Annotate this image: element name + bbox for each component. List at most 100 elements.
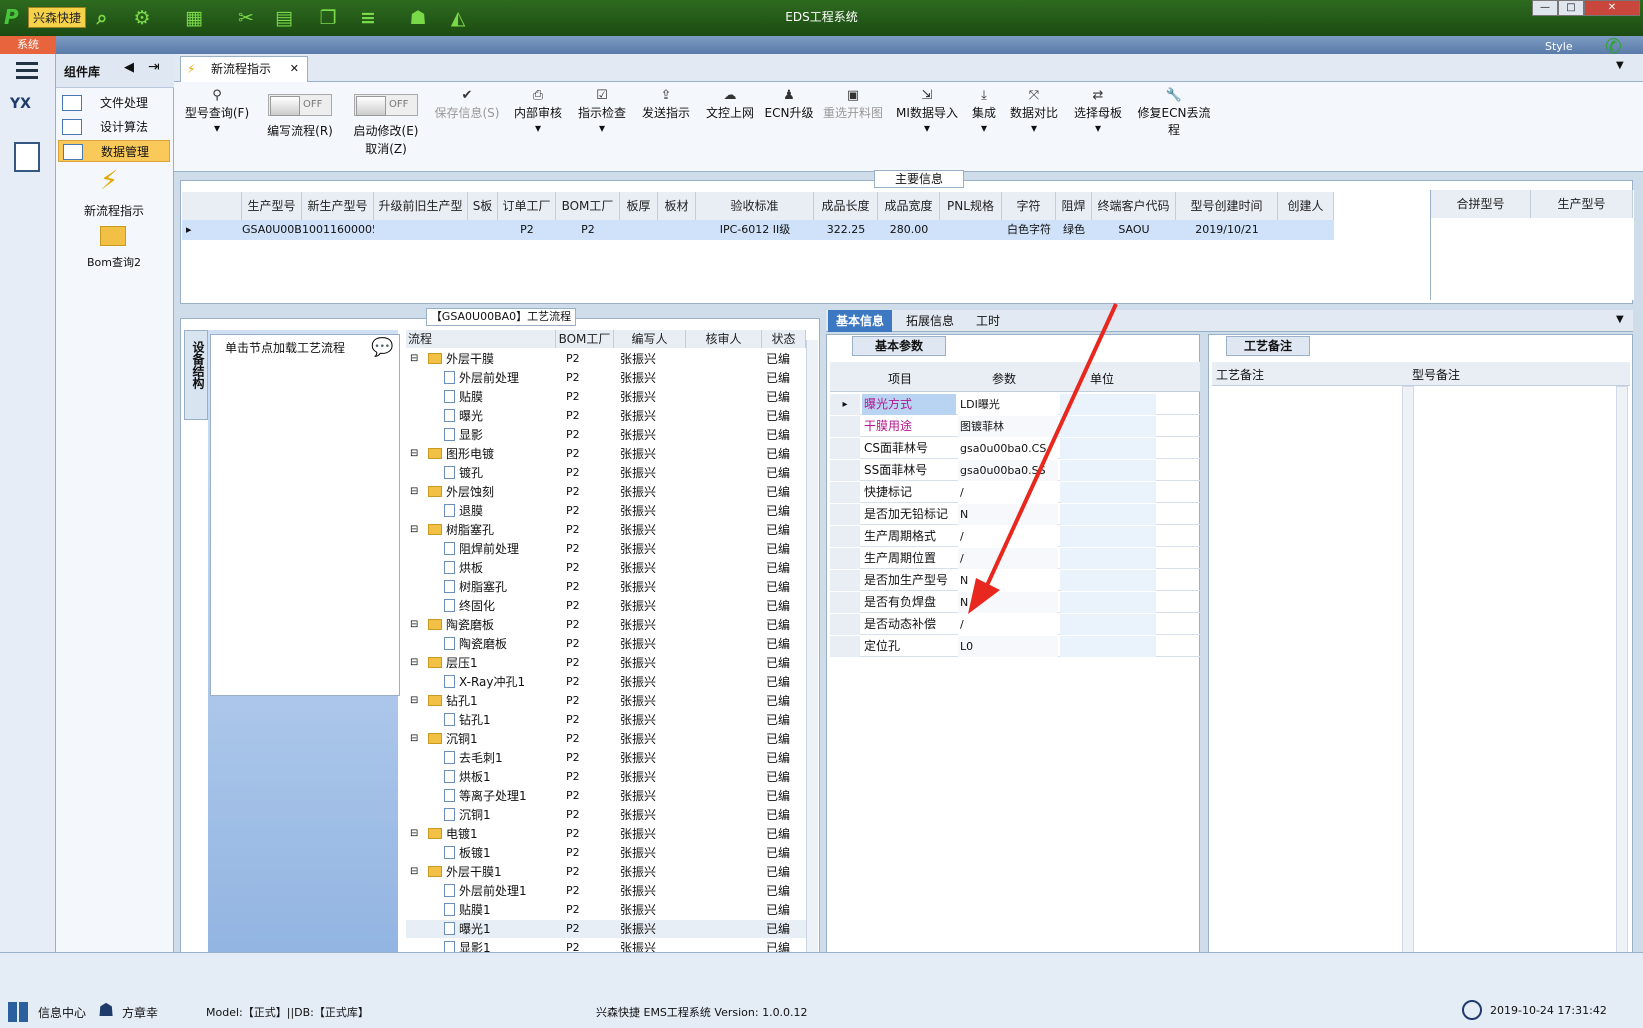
expand-icon[interactable]: ⊟ <box>410 825 418 843</box>
subtab-basic-params[interactable]: 基本参数 <box>852 336 946 356</box>
tree-row[interactable]: X-Ray冲孔1 P2 张振兴 已编 <box>406 673 806 691</box>
tab-basic-info[interactable]: 基本信息 <box>828 310 892 332</box>
info-center-link[interactable]: 信息中心 <box>38 1004 86 1021</box>
tree-row[interactable]: 沉铜1 P2 张振兴 已编 <box>406 806 806 824</box>
yx-logo-icon[interactable]: YX <box>10 96 31 112</box>
grid-cell[interactable]: SAOU <box>1092 220 1176 240</box>
folder-icon[interactable] <box>100 226 126 246</box>
expand-icon[interactable]: ⊟ <box>410 521 418 539</box>
grid-cell[interactable] <box>620 220 658 240</box>
detail-menu-icon[interactable]: ▼ <box>1616 314 1624 325</box>
tree-row[interactable]: 阻焊前处理 P2 张振兴 已编 <box>406 540 806 558</box>
grid-cell[interactable]: 绿色 <box>1056 220 1092 240</box>
tab-process-notes[interactable]: 工艺备注 <box>1226 336 1310 356</box>
save-info-button[interactable]: ✔ 保存信息(S) <box>430 88 504 121</box>
doc-upload-button[interactable]: ☁ 文控上网 <box>700 88 760 121</box>
param-value[interactable]: L0 <box>958 636 1058 657</box>
expand-icon[interactable]: ⊟ <box>410 350 418 368</box>
close-button[interactable]: ✕ <box>1584 0 1640 16</box>
minimize-button[interactable]: — <box>1532 0 1558 16</box>
grid-cell[interactable] <box>658 220 696 240</box>
tab-menu-icon[interactable]: ▼ <box>1616 60 1624 71</box>
calculator-icon[interactable] <box>14 142 40 172</box>
grid-cell[interactable]: 10011600005890 <box>302 220 400 240</box>
expand-icon[interactable]: ⊟ <box>410 616 418 634</box>
expand-icon[interactable]: ⊟ <box>410 483 418 501</box>
reselect-cut-button[interactable]: ▣ 重选开料图 <box>818 88 888 121</box>
tree-row[interactable]: 钻孔1 ⊟ P2 张振兴 已编 <box>406 692 806 710</box>
expand-icon[interactable]: ⊟ <box>410 654 418 672</box>
grid-cell[interactable]: 白色字符 <box>1002 220 1056 240</box>
tree-row[interactable]: 陶瓷磨板 P2 张振兴 已编 <box>406 635 806 653</box>
param-unit[interactable] <box>1060 636 1156 657</box>
tree-row[interactable]: 镀孔 P2 张振兴 已编 <box>406 464 806 482</box>
grid-cell[interactable]: 280.00 <box>878 220 940 240</box>
tree-scrollbar[interactable] <box>806 340 818 980</box>
grid-cell[interactable]: 322.25 <box>814 220 878 240</box>
tree-row[interactable]: 沉铜1 ⊟ P2 张振兴 已编 <box>406 730 806 748</box>
tree-row[interactable]: 去毛刺1 P2 张振兴 已编 <box>406 749 806 767</box>
tab-extend-info[interactable]: 拓展信息 <box>898 310 962 332</box>
tree-row[interactable]: 终固化 P2 张振兴 已编 <box>406 597 806 615</box>
edit-flow-toggle[interactable]: OFF <box>268 94 332 116</box>
tree-row[interactable]: 层压1 ⊟ P2 张振兴 已编 <box>406 654 806 672</box>
hamburger-icon[interactable] <box>16 62 38 65</box>
grid-cell[interactable]: GSA0U00BA0 <box>242 220 316 240</box>
tree-row[interactable]: 外层前处理1 P2 张振兴 已编 <box>406 882 806 900</box>
tree-row[interactable]: 烘板 P2 张振兴 已编 <box>406 559 806 577</box>
tree-row[interactable]: 图形电镀 ⊟ P2 张振兴 已编 <box>406 445 806 463</box>
internal-review-button[interactable]: ⎙ 内部审核 ▾ <box>510 88 566 135</box>
model-notes-scrollbar[interactable] <box>1616 386 1628 986</box>
grid-cell[interactable] <box>1278 220 1334 240</box>
style-menu[interactable]: Style <box>1545 40 1573 53</box>
tree-row[interactable]: 外层干膜 ⊟ P2 张振兴 已编 <box>406 350 806 368</box>
instruction-check-button[interactable]: ☑ 指示检查 ▾ <box>572 88 632 135</box>
grid-cell[interactable]: P2 <box>556 220 620 240</box>
tree-row[interactable]: 外层干膜1 ⊟ P2 张振兴 已编 <box>406 863 806 881</box>
tree-row[interactable]: 曝光1 P2 张振兴 已编 <box>406 920 806 938</box>
grid-cell[interactable] <box>940 220 1002 240</box>
tree-row[interactable]: 烘板1 P2 张振兴 已编 <box>406 768 806 786</box>
windows-icon[interactable] <box>8 1002 28 1022</box>
grid-cell[interactable]: 2019/10/21 <box>1176 220 1278 240</box>
select-mother-board-button[interactable]: ⇄ 选择母板 ▾ <box>1068 88 1128 135</box>
send-instruction-button[interactable]: ⇪ 发送指示 <box>636 88 696 121</box>
param-row[interactable]: 定位孔 L0 <box>830 636 1200 657</box>
tree-row[interactable]: 外层前处理 P2 张振兴 已编 <box>406 369 806 387</box>
tree-row[interactable]: 等离子处理1 P2 张振兴 已编 <box>406 787 806 805</box>
system-tab[interactable]: 系统 <box>0 36 56 54</box>
tree-row[interactable]: 陶瓷磨板 ⊟ P2 张振兴 已编 <box>406 616 806 634</box>
grid-cell[interactable]: P2 <box>498 220 556 240</box>
cancel-button[interactable]: 取消(Z) <box>344 140 428 157</box>
collapse-icon[interactable]: ◀ <box>124 60 134 75</box>
tree-row[interactable]: 曝光 P2 张振兴 已编 <box>406 407 806 425</box>
expand-icon[interactable]: ⊟ <box>410 692 418 710</box>
tree-row[interactable]: 外层蚀刻 ⊟ P2 张振兴 已编 <box>406 483 806 501</box>
sidebar-item-file[interactable]: 文件处理 <box>58 92 170 114</box>
data-compare-button[interactable]: ⤧ 数据对比 ▾ <box>1006 88 1062 135</box>
device-structure-tab[interactable]: 设备结构 <box>184 330 208 420</box>
tree-row[interactable]: 树脂塞孔 ⊟ P2 张振兴 已编 <box>406 521 806 539</box>
ecn-upgrade-button[interactable]: ♟ ECN升级 <box>762 88 816 121</box>
tree-row[interactable]: 钻孔1 P2 张振兴 已编 <box>406 711 806 729</box>
integrate-button[interactable]: ⤓ 集成 ▾ <box>966 88 1002 135</box>
mi-import-button[interactable]: ⇲ MI数据导入 ▾ <box>892 88 962 135</box>
tree-row[interactable]: 显影 P2 张振兴 已编 <box>406 426 806 444</box>
grid-cell[interactable] <box>468 220 498 240</box>
grid-cell[interactable]: IPC-6012 II级 <box>696 220 814 240</box>
tree-row[interactable]: 贴膜1 P2 张振兴 已编 <box>406 901 806 919</box>
sidebar-item-design[interactable]: 设计算法 <box>58 116 170 138</box>
tab-new-flow[interactable]: ⚡ 新流程指示 ✕ <box>180 56 308 82</box>
maximize-button[interactable]: □ <box>1558 0 1584 16</box>
expand-icon[interactable]: ⊟ <box>410 863 418 881</box>
tree-row[interactable]: 电镀1 ⊟ P2 张振兴 已编 <box>406 825 806 843</box>
tree-row[interactable]: 树脂塞孔 P2 张振兴 已编 <box>406 578 806 596</box>
expand-icon[interactable]: ⊟ <box>410 730 418 748</box>
notes-scrollbar[interactable] <box>1402 386 1414 986</box>
tool-bom-query[interactable]: Bom查询2 <box>58 254 170 270</box>
tree-row[interactable]: 贴膜 P2 张振兴 已编 <box>406 388 806 406</box>
sidebar-item-data[interactable]: 数据管理 <box>58 140 170 162</box>
pin-icon[interactable]: ⇥ <box>148 59 160 75</box>
model-query-button[interactable]: ⚲ 型号查询(F) ▾ <box>182 88 252 135</box>
tool-new-flow[interactable]: 新流程指示 <box>58 202 170 219</box>
